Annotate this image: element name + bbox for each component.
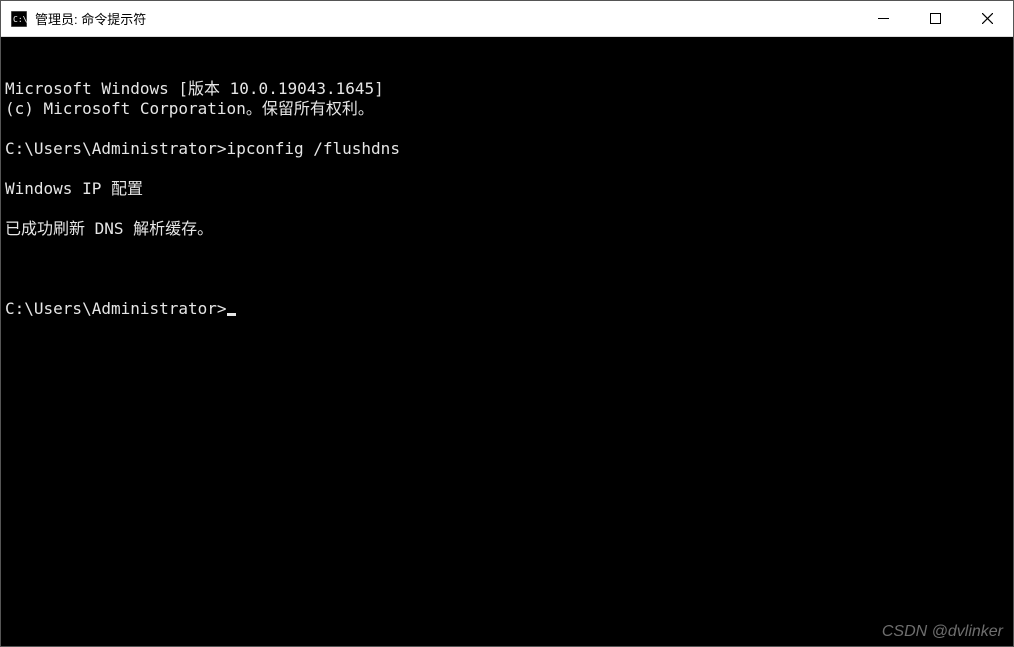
command-prompt-window: C:\ 管理员: 命令提示符 Microsoft Windows [版本 10.…: [0, 0, 1014, 647]
terminal-line: Microsoft Windows [版本 10.0.19043.1645]: [5, 79, 1009, 99]
cmd-icon: C:\: [11, 11, 27, 27]
terminal-line: C:\Users\Administrator>ipconfig /flushdn…: [5, 139, 1009, 159]
terminal-line: [5, 199, 1009, 219]
terminal-prompt: C:\Users\Administrator>: [5, 299, 227, 318]
close-button[interactable]: [961, 1, 1013, 36]
terminal-prompt-line: C:\Users\Administrator>: [5, 299, 1009, 319]
terminal-line: (c) Microsoft Corporation。保留所有权利。: [5, 99, 1009, 119]
terminal-line: [5, 159, 1009, 179]
window-title: 管理员: 命令提示符: [35, 9, 857, 28]
terminal-line: Windows IP 配置: [5, 179, 1009, 199]
terminal-line: [5, 239, 1009, 259]
svg-text:C:\: C:\: [13, 15, 27, 24]
terminal-line: [5, 119, 1009, 139]
cursor-icon: [227, 313, 236, 316]
titlebar[interactable]: C:\ 管理员: 命令提示符: [1, 1, 1013, 37]
maximize-button[interactable]: [909, 1, 961, 36]
terminal-line: 已成功刷新 DNS 解析缓存。: [5, 219, 1009, 239]
terminal-area[interactable]: Microsoft Windows [版本 10.0.19043.1645](c…: [1, 37, 1013, 646]
watermark: CSDN @dvlinker: [882, 622, 1003, 642]
terminal-output: Microsoft Windows [版本 10.0.19043.1645](c…: [5, 79, 1009, 259]
minimize-button[interactable]: [857, 1, 909, 36]
window-controls: [857, 1, 1013, 36]
